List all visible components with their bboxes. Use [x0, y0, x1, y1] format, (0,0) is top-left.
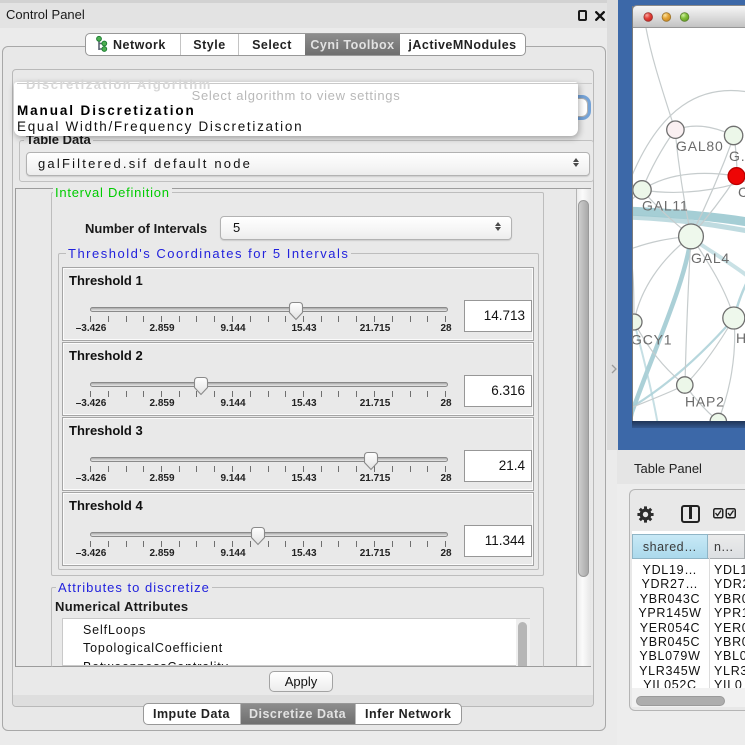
svg-text:GAL11: GAL11: [642, 198, 689, 214]
svg-text:G.: G.: [729, 148, 745, 164]
svg-text:GAL4: GAL4: [691, 250, 730, 266]
svg-text:GAL80: GAL80: [676, 138, 724, 154]
svg-text:H: H: [736, 330, 745, 346]
svg-text:GCY1: GCY1: [632, 332, 672, 348]
svg-text:C: C: [738, 184, 745, 200]
svg-text:HAP2: HAP2: [685, 394, 725, 410]
